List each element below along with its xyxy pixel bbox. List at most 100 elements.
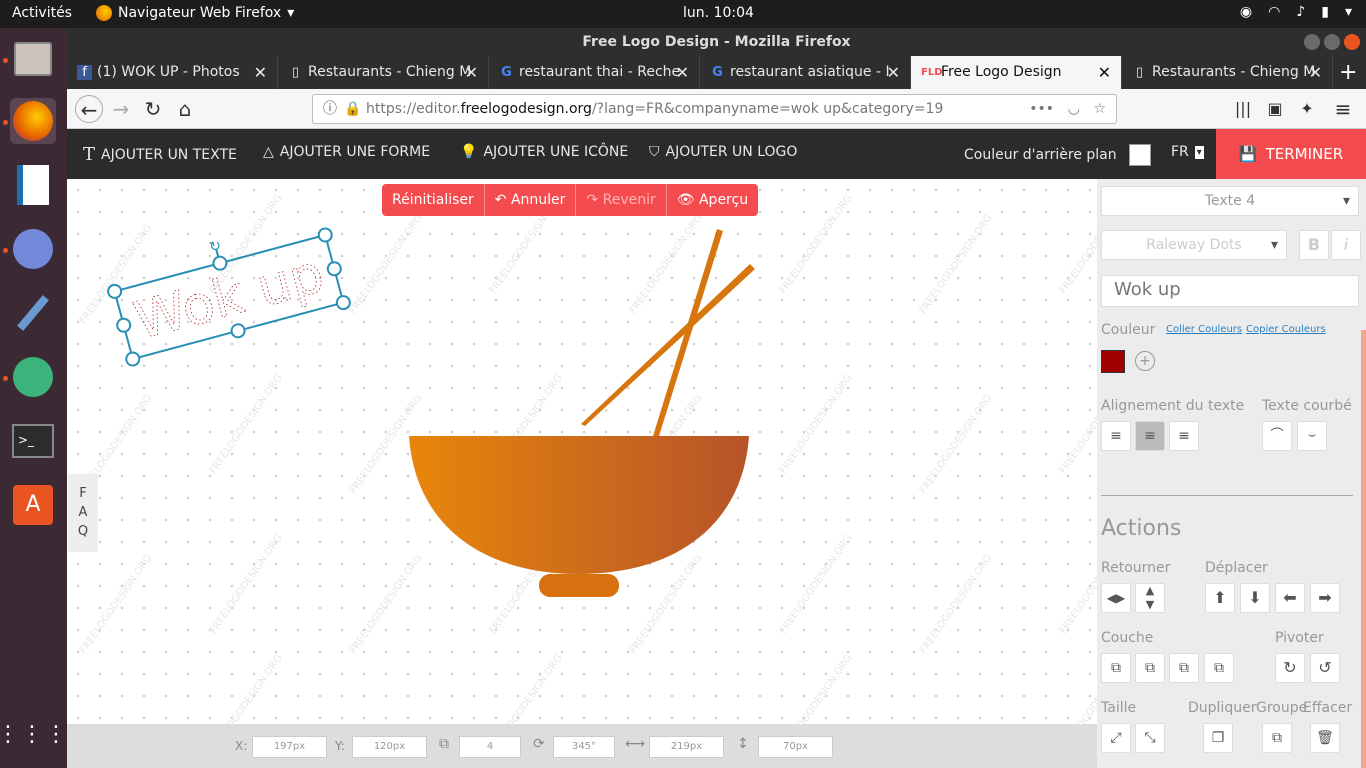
atom-icon[interactable] <box>10 354 56 400</box>
discord-tray-icon[interactable]: ◉ <box>1240 4 1252 20</box>
layer-input[interactable]: 4 <box>459 736 521 758</box>
sidebar-icon[interactable]: ▣ <box>1261 95 1289 123</box>
italic-button[interactable]: i <box>1331 230 1361 260</box>
rotate-handle-icon[interactable]: ↻ <box>208 238 223 256</box>
width-input[interactable]: 219px <box>649 736 724 758</box>
tab-free-logo-design[interactable]: FLD Free Logo Design ✕ <box>911 56 1122 89</box>
libreoffice-writer-icon[interactable] <box>10 162 56 208</box>
battery-icon[interactable]: ▮ <box>1321 4 1329 20</box>
logo-artwork[interactable]: Wok up ↻ <box>67 179 1097 724</box>
undo-button[interactable]: ↶ Annuler <box>485 184 577 216</box>
background-color-swatch[interactable] <box>1128 144 1151 166</box>
maximize-button[interactable] <box>1324 34 1340 50</box>
resize-handle[interactable] <box>125 351 141 367</box>
url-bar[interactable]: ⓘ 🔒 https://editor.freelogodesign.org/?l… <box>312 94 1117 124</box>
font-select[interactable]: Raleway Dots ▾ <box>1101 230 1287 260</box>
wifi-icon[interactable]: ◠ <box>1268 4 1280 20</box>
bowl[interactable] <box>409 436 749 574</box>
move-down-icon[interactable]: ⬇ <box>1240 583 1270 613</box>
chevron-down-icon[interactable]: ▾ <box>1345 4 1352 20</box>
discord-icon[interactable] <box>10 226 56 272</box>
send-backward-icon[interactable]: ⧉ <box>1169 653 1199 683</box>
close-icon[interactable]: ✕ <box>465 56 478 89</box>
tab-restaurants[interactable]: ▯ Restaurants - Chieng M ✕ <box>278 56 489 89</box>
paint-brush-icon[interactable] <box>10 290 56 336</box>
bowl-base[interactable] <box>539 574 619 597</box>
show-apps-icon[interactable]: ⋮⋮⋮ <box>0 712 67 758</box>
firefox-icon[interactable] <box>10 98 56 144</box>
shrink-icon[interactable]: ⤡ <box>1135 723 1165 753</box>
faq-tab[interactable]: F A Q <box>68 474 98 552</box>
align-left-icon[interactable]: ≡ <box>1101 421 1131 451</box>
close-icon[interactable]: ✕ <box>887 56 900 89</box>
x-input[interactable]: 197px <box>252 736 327 758</box>
resize-handle[interactable] <box>107 283 123 299</box>
background-color-control[interactable]: Couleur d'arrière plan <box>964 144 1151 166</box>
resize-handle[interactable] <box>317 227 333 243</box>
align-center-icon[interactable]: ≡ <box>1135 421 1165 451</box>
menu-icon[interactable]: ≡ <box>1329 95 1357 123</box>
rotation-input[interactable]: 345° <box>553 736 615 758</box>
text-selection[interactable]: Wok up ↻ <box>102 209 351 367</box>
copy-colors-link[interactable]: Copier Couleurs <box>1246 324 1326 335</box>
add-text-button[interactable]: T AJOUTER UN TEXTE <box>83 144 237 165</box>
element-select[interactable]: Texte 4 ▾ <box>1101 186 1359 216</box>
rotate-left-icon[interactable]: ↺ <box>1310 653 1340 683</box>
preview-button[interactable]: 👁 Aperçu <box>667 184 758 216</box>
close-window-button[interactable] <box>1344 34 1360 50</box>
info-icon[interactable]: ⓘ <box>323 95 337 123</box>
move-left-icon[interactable]: ⬅ <box>1275 583 1305 613</box>
rotate-right-icon[interactable]: ↻ <box>1275 653 1305 683</box>
reload-button[interactable]: ↻ <box>139 95 167 123</box>
height-input[interactable]: 70px <box>758 736 833 758</box>
system-tray[interactable]: ◉ ◠ ♪ ▮ ▾ <box>1240 4 1352 20</box>
add-logo-button[interactable]: ⛉ AJOUTER UN LOGO <box>649 144 797 160</box>
tab-restaurants-2[interactable]: ▯ Restaurants - Chieng M ✕ <box>1122 56 1333 89</box>
resize-handle[interactable] <box>326 261 342 277</box>
forward-button[interactable]: → <box>107 95 135 123</box>
move-right-icon[interactable]: ➡ <box>1310 583 1340 613</box>
chopsticks[interactable] <box>581 229 755 437</box>
bold-button[interactable]: B <box>1299 230 1329 260</box>
flip-vertical-icon[interactable]: ▲ ▼ <box>1135 583 1165 613</box>
curve-down-icon[interactable]: ⌣ <box>1297 421 1327 451</box>
clock[interactable]: lun. 10:04 <box>683 5 754 21</box>
resize-handle[interactable] <box>116 317 132 333</box>
terminal-icon[interactable]: >_ <box>10 418 56 464</box>
reset-button[interactable]: Réinitialiser <box>382 184 485 216</box>
send-to-back-icon[interactable]: ⧉ <box>1204 653 1234 683</box>
bookmark-star-icon[interactable]: ☆ <box>1093 95 1106 123</box>
pocket-icon[interactable]: ◡ <box>1068 95 1080 123</box>
trash-icon[interactable]: 🗑 <box>1310 723 1340 753</box>
files-icon[interactable] <box>10 36 56 82</box>
curve-up-icon[interactable]: ⌒ <box>1262 421 1292 451</box>
volume-icon[interactable]: ♪ <box>1296 4 1305 20</box>
paste-colors-link[interactable]: Coller Couleurs <box>1166 324 1242 335</box>
tab-wok-up-photos[interactable]: f (1) WOK UP - Photos ✕ <box>67 56 278 89</box>
duplicate-icon[interactable]: ❐ <box>1203 723 1233 753</box>
language-select[interactable]: FR ▾ <box>1171 144 1204 160</box>
finish-button[interactable]: 💾 TERMINER <box>1216 129 1366 179</box>
close-icon[interactable]: ✕ <box>254 56 267 89</box>
app-menu[interactable]: Navigateur Web Firefox ▾ <box>96 5 294 21</box>
add-color-icon[interactable]: + <box>1135 351 1155 371</box>
move-up-icon[interactable]: ⬆ <box>1205 583 1235 613</box>
resize-handle[interactable] <box>335 295 351 311</box>
group-icon[interactable]: ⧉ <box>1262 723 1292 753</box>
close-icon[interactable]: ✕ <box>1309 56 1322 89</box>
minimize-button[interactable] <box>1304 34 1320 50</box>
text-input[interactable]: Wok up <box>1101 275 1359 307</box>
add-shape-button[interactable]: △ AJOUTER UNE FORME <box>263 144 430 160</box>
more-icon[interactable]: ••• <box>1029 95 1054 123</box>
tab-restaurant-thai[interactable]: G restaurant thai - Reche ✕ <box>489 56 700 89</box>
flip-horizontal-icon[interactable]: ◀▶ <box>1101 583 1131 613</box>
library-icon[interactable]: ||| <box>1229 95 1257 123</box>
y-input[interactable]: 120px <box>352 736 427 758</box>
software-center-icon[interactable]: A <box>10 482 56 528</box>
add-icon-button[interactable]: 💡 AJOUTER UNE ICÔNE <box>460 144 628 160</box>
color-swatch[interactable] <box>1101 350 1125 373</box>
new-tab-button[interactable]: + <box>1339 56 1357 89</box>
bring-to-front-icon[interactable]: ⧉ <box>1101 653 1131 683</box>
bring-forward-icon[interactable]: ⧉ <box>1135 653 1165 683</box>
extension-icon[interactable]: ✦ <box>1293 95 1321 123</box>
